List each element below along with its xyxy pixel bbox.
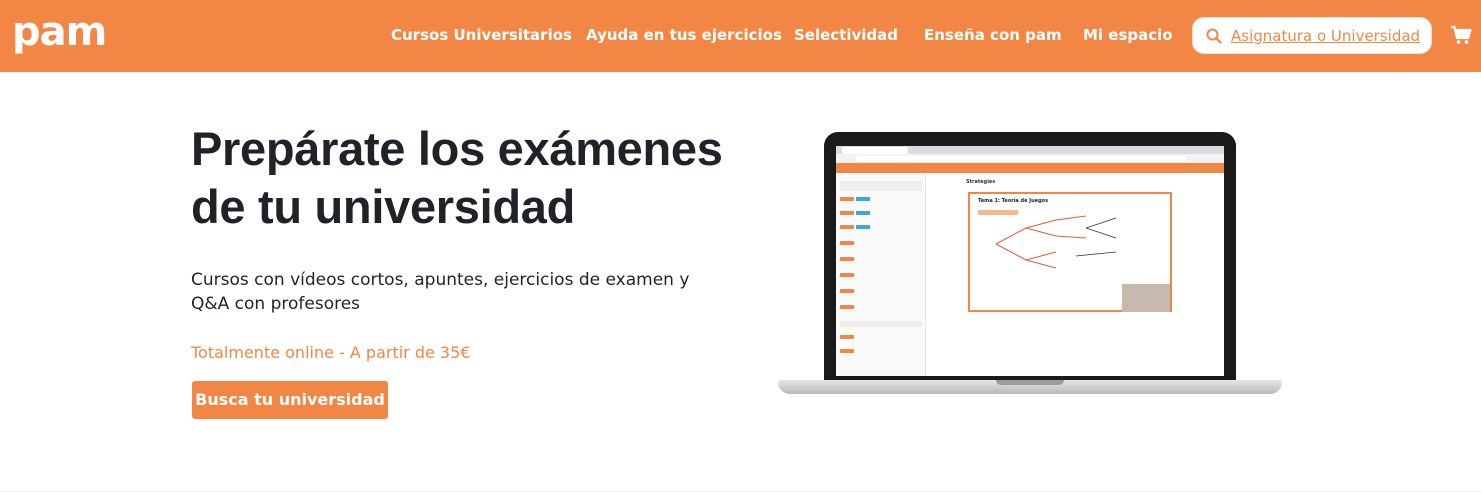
busca-universidad-button[interactable]: Busca tu universidad: [192, 381, 388, 419]
hero-price: Totalmente online - A partir de 35€: [191, 343, 471, 362]
laptop-illustration: Strategies Tema 1: Teoría de Juegos: [778, 132, 1282, 398]
search-box[interactable]: [1192, 17, 1432, 54]
screen-lesson-title: Strategies: [966, 179, 996, 185]
nav-mi-espacio[interactable]: Mi espacio: [1083, 24, 1173, 46]
laptop-notch: [996, 380, 1064, 385]
page-divider: [0, 491, 1481, 492]
screen-webcam-thumbnail: [1122, 284, 1170, 312]
hero-subtitle: Cursos con vídeos cortos, apuntes, ejerc…: [191, 270, 690, 314]
laptop-lid: Strategies Tema 1: Teoría de Juegos: [824, 132, 1236, 384]
hero-title: Prepárate los exámenes de tu universidad: [191, 120, 751, 236]
cart-icon[interactable]: [1450, 24, 1472, 46]
screen-slide-title: Tema 1: Teoría de Juegos: [978, 198, 1049, 204]
game-tree-sketch: [978, 210, 1117, 269]
search-input[interactable]: [1231, 25, 1423, 47]
screen-app-bar: [836, 163, 1224, 173]
search-icon: [1206, 28, 1222, 44]
hero-title-line-2: de tu universidad: [191, 180, 576, 233]
screen-sidebar: [836, 173, 926, 376]
nav-ayuda-ejercicios[interactable]: Ayuda en tus ejercicios: [586, 24, 782, 46]
nav-cursos-universitarios[interactable]: Cursos Universitarios: [391, 24, 572, 46]
pam-logo[interactable]: pam: [12, 10, 107, 54]
nav-selectividad[interactable]: Selectividad: [794, 24, 898, 46]
nav-ensena-con-pam[interactable]: Enseña con pam: [924, 24, 1062, 46]
laptop-screen: Strategies Tema 1: Teoría de Juegos: [836, 146, 1224, 376]
screen-url-bar: [856, 156, 1186, 162]
hero-title-line-1: Prepárate los exámenes: [191, 122, 723, 175]
top-header: pam Cursos Universitarios Ayuda en tus e…: [0, 0, 1481, 72]
screen-browser-tabs: [836, 146, 1224, 154]
screen-slide: Tema 1: Teoría de Juegos: [968, 192, 1172, 312]
